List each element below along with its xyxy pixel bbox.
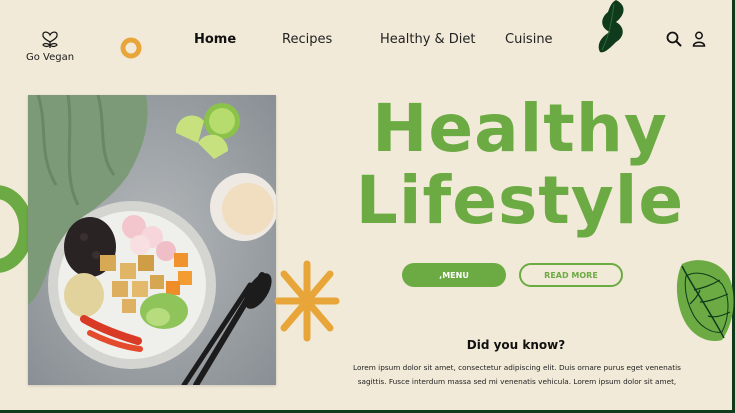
hero-title-line1: Healthy	[372, 90, 668, 167]
leaf-decoration-right	[676, 260, 734, 342]
read-more-button[interactable]: READ MORE	[519, 263, 623, 287]
hero-title-line2: Lifestyle	[355, 162, 685, 239]
food-bowl-image	[28, 95, 276, 385]
nav-recipes[interactable]: Recipes	[282, 32, 332, 47]
nav-healthy-diet[interactable]: Healthy & Diet	[380, 32, 476, 47]
brand-logo[interactable]: Go Vegan	[22, 26, 78, 63]
asterisk-decoration	[274, 260, 340, 342]
did-you-know-line2: sagittis. Fusce interdum massa sed mi ve…	[357, 377, 677, 386]
heart-leaf-icon	[42, 31, 58, 48]
did-you-know-text: Lorem ipsum dolor sit amet, consectetur …	[336, 361, 698, 389]
decorative-ring	[120, 37, 142, 59]
brand-name: Go Vegan	[25, 52, 75, 63]
search-icon[interactable]	[665, 30, 683, 48]
did-you-know-title: Did you know?	[466, 338, 566, 352]
nav-cuisine[interactable]: Cuisine	[505, 32, 553, 47]
did-you-know-line1: Lorem ipsum dolor sit amet, consectetur …	[353, 363, 681, 372]
leaf-decoration-top	[598, 0, 624, 53]
nav-home[interactable]: Home	[194, 32, 236, 47]
menu-button[interactable]: ,MENU	[402, 263, 506, 287]
user-icon[interactable]	[690, 30, 708, 48]
hero-title: Healthy Lifestyle	[330, 93, 710, 237]
